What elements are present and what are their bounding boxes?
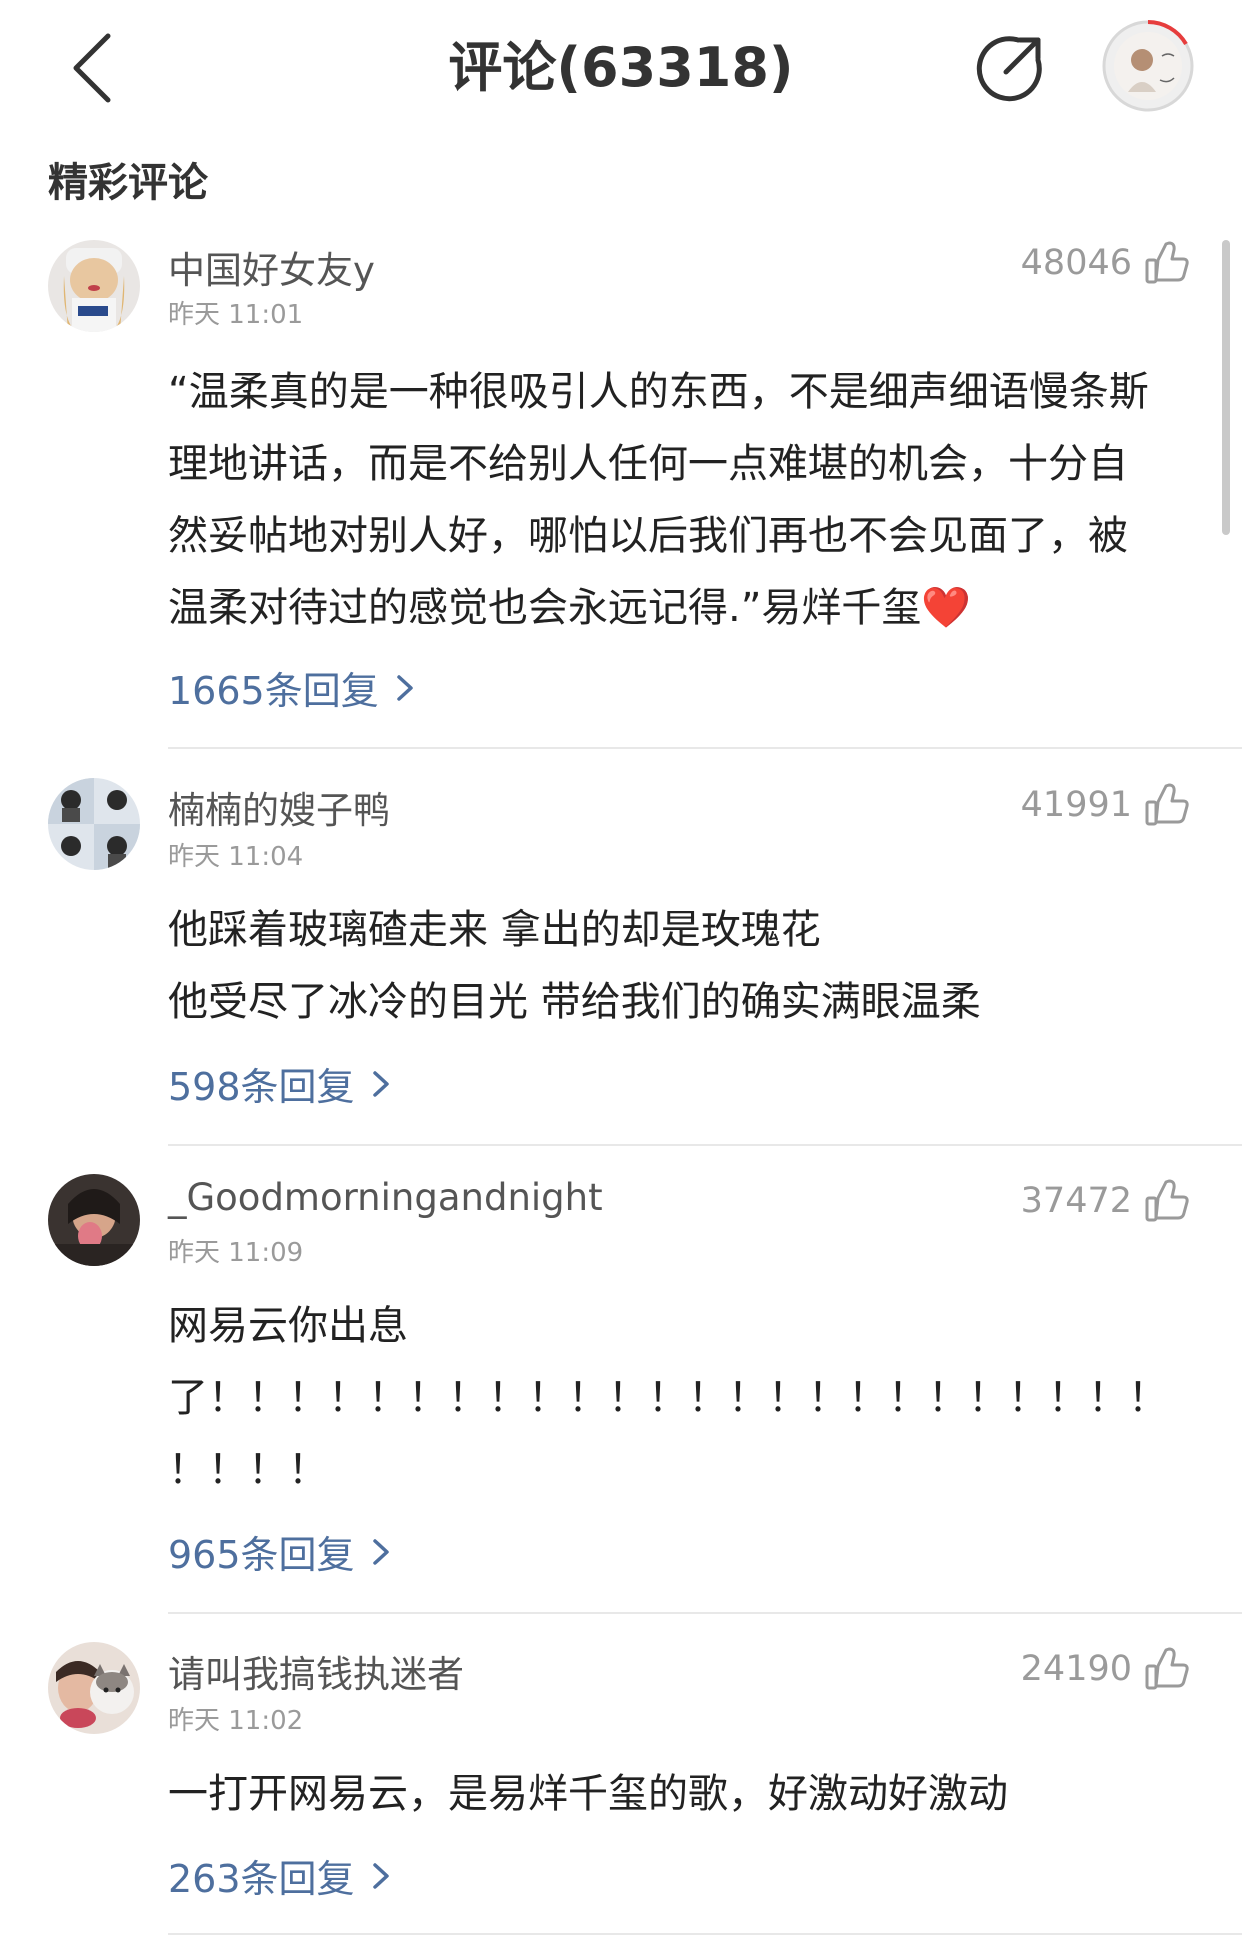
avatar[interactable]: [48, 240, 140, 332]
thumbs-up-icon: [1145, 1647, 1189, 1690]
user-avatar-icon: [48, 1174, 140, 1266]
replies-count: 598条回复: [168, 1065, 355, 1109]
avatar[interactable]: [48, 778, 140, 870]
comment-time: 昨天 11:01: [168, 300, 304, 330]
avatar[interactable]: [48, 1174, 140, 1266]
replies-count: 1665条回复: [168, 669, 379, 713]
comment-line: ！！！！: [168, 1447, 328, 1493]
comment-line: 了！！！！！！！！！！！！！！！！！！！！！！！！: [168, 1375, 1168, 1421]
thumbs-up-icon: [1145, 1179, 1189, 1222]
divider: [168, 1144, 1242, 1146]
like-button[interactable]: 37472: [1021, 1176, 1190, 1226]
like-count: 48046: [1020, 243, 1132, 283]
scrollbar[interactable]: [1222, 240, 1230, 535]
divider: [168, 1612, 1242, 1614]
comment-time: 昨天 11:04: [168, 842, 304, 872]
user-avatar-icon: [48, 778, 140, 870]
thumbs-up-icon: [1145, 241, 1189, 284]
comment-line: 他踩着玻璃碴走来 拿出的却是玫瑰花: [168, 907, 821, 953]
like-button[interactable]: 48046: [1021, 238, 1190, 288]
replies-count: 965条回复: [168, 1533, 355, 1577]
thumbs-up-icon: [1145, 783, 1189, 826]
now-playing-avatar-icon: [1102, 20, 1194, 112]
share-icon: [976, 36, 1042, 102]
comment-line: 理地讲话，而是不给别人任何一点难堪的机会，十分自: [168, 441, 1128, 487]
comment-line: “温柔真的是一种很吸引人的东西，不是细声细语慢条斯: [168, 369, 1149, 415]
comment-time: 昨天 11:02: [168, 1706, 304, 1736]
user-avatar-icon: [48, 1642, 140, 1734]
like-count: 37472: [1020, 1181, 1132, 1221]
like-count: 41991: [1020, 785, 1132, 825]
replies-link[interactable]: 598条回复: [168, 1056, 395, 1111]
comment-line: 网易云你出息: [168, 1303, 408, 1349]
top-bar: 评论(63318): [0, 0, 1242, 140]
replies-count: 263条回复: [168, 1857, 355, 1901]
comment-line: 一打开网易云，是易烊千玺的歌，好激动好激动: [168, 1771, 1008, 1817]
comment-username[interactable]: 中国好女友y: [168, 240, 375, 294]
replies-link[interactable]: 263条回复: [168, 1848, 395, 1903]
comment-time: 昨天 11:09: [168, 1238, 304, 1268]
user-avatar-icon: [48, 240, 140, 332]
comment-username[interactable]: 楠楠的嫂子鸭: [168, 780, 390, 834]
comment-text: 网易云你出息 了！！！！！！！！！！！！！！！！！！！！！！！！ ！！！！: [168, 1290, 1198, 1506]
page-title: 评论(63318): [448, 36, 794, 99]
comment-username[interactable]: 请叫我搞钱执迷者: [168, 1644, 464, 1698]
chevron-right-icon: [396, 674, 413, 701]
like-button[interactable]: 24190: [1021, 1644, 1190, 1694]
comment-text: 一打开网易云，是易烊千玺的歌，好激动好激动: [168, 1758, 1198, 1830]
comment-username[interactable]: _Goodmorningandnight: [168, 1176, 603, 1219]
section-title: 精彩评论: [48, 160, 208, 206]
avatar[interactable]: [48, 1642, 140, 1734]
chevron-right-icon: [372, 1862, 389, 1889]
comment-line: 他受尽了冰冷的目光 带给我们的确实满眼温柔: [168, 979, 981, 1025]
chevron-right-icon: [372, 1070, 389, 1097]
comment-text: 他踩着玻璃碴走来 拿出的却是玫瑰花 他受尽了冰冷的目光 带给我们的确实满眼温柔: [168, 894, 1198, 1038]
chevron-right-icon: [372, 1538, 389, 1565]
like-count: 24190: [1020, 1649, 1132, 1689]
divider: [168, 1933, 1242, 1935]
share-button[interactable]: [972, 30, 1048, 106]
like-button[interactable]: 41991: [1021, 780, 1190, 830]
divider: [168, 747, 1242, 749]
replies-link[interactable]: 1665条回复: [168, 660, 419, 715]
replies-link[interactable]: 965条回复: [168, 1524, 395, 1579]
now-playing-avatar-button[interactable]: [1102, 20, 1194, 112]
comment-line: 然妥帖地对别人好，哪怕以后我们再也不会见面了，被: [168, 513, 1128, 559]
comment-line: 温柔对待过的感觉也会永远记得.”易烊千玺❤️: [168, 585, 972, 631]
comment-text: “温柔真的是一种很吸引人的东西，不是细声细语慢条斯 理地讲话，而是不给别人任何一…: [168, 356, 1198, 644]
